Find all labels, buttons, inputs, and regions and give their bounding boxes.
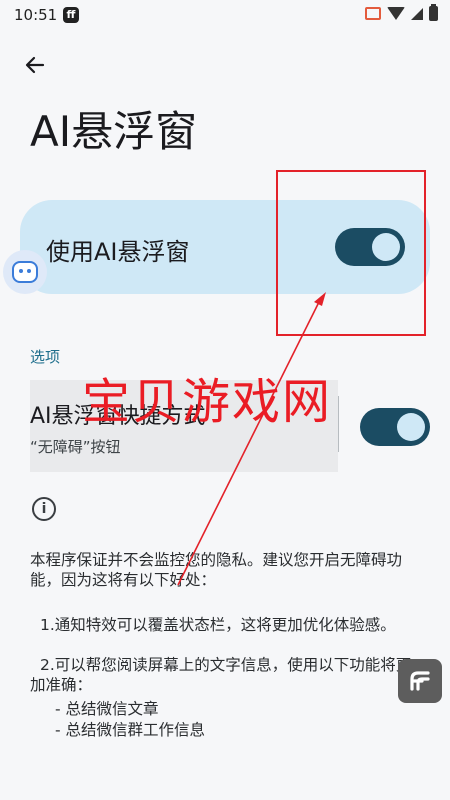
watermark-text: 宝贝游戏网 [82,374,333,430]
